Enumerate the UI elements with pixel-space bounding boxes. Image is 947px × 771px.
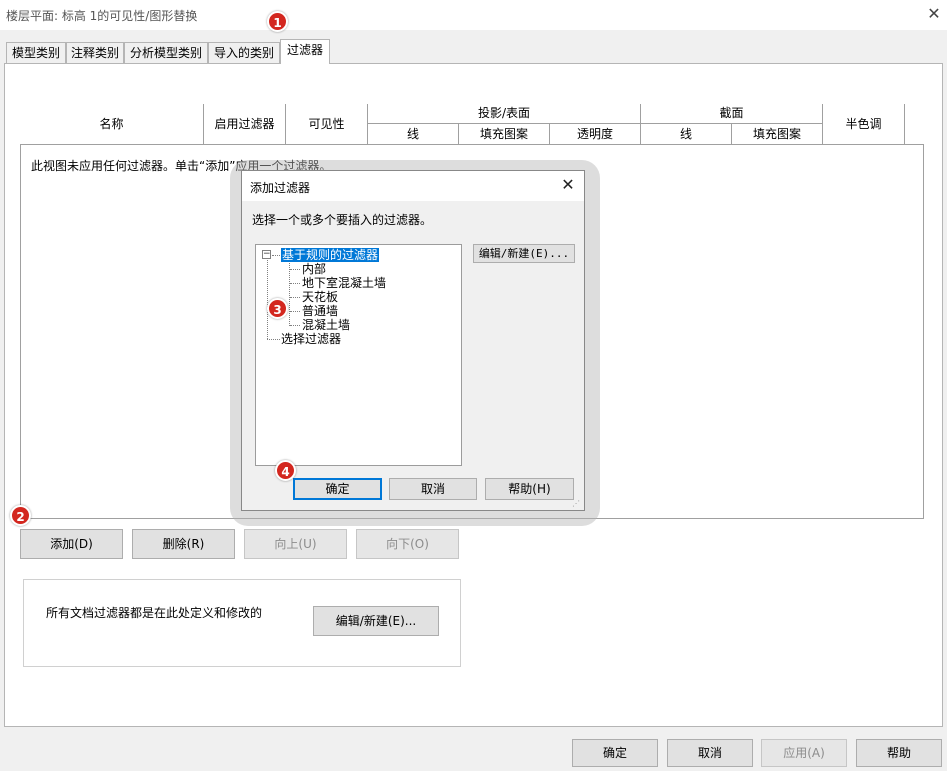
add-button[interactable]: 添加(D) (20, 529, 123, 559)
move-up-button[interactable]: 向上(U) (244, 529, 347, 559)
dialog-help-button[interactable]: 帮助(H) (485, 478, 574, 500)
tree-item-concrete-wall[interactable]: 混凝土墙 (302, 318, 350, 332)
tree-line (290, 311, 300, 312)
tab-annotation-categories[interactable]: 注释类别 (66, 42, 124, 63)
tree-line (290, 325, 300, 326)
col-enable-filter[interactable]: 启用过滤器 (204, 104, 286, 145)
tab-analytical-model-categories[interactable]: 分析模型类别 (124, 42, 208, 63)
edit-new-button[interactable]: 编辑/新建(E)... (313, 606, 439, 636)
tree-item-rule-based[interactable]: 基于规则的过滤器 (281, 248, 380, 262)
filter-tree[interactable]: − 基于规则的过滤器 内部 地下室混凝土墙 天花板 普通墙 混凝土墙 选择过滤器 (255, 244, 462, 466)
tree-item-interior[interactable]: 内部 (302, 262, 326, 276)
window-title: 楼层平面: 标高 1的可见性/图形替换 (6, 9, 198, 23)
dialog-title-bar: 添加过滤器 ✕ (242, 171, 584, 201)
tree-line (267, 339, 280, 340)
tree-item-basement-concrete-wall[interactable]: 地下室混凝土墙 (302, 276, 386, 290)
collapse-icon[interactable]: − (262, 250, 271, 259)
document-filters-text: 所有文档过滤器都是在此处定义和修改的 (46, 606, 263, 620)
delete-button[interactable]: 删除(R) (132, 529, 235, 559)
dialog-instruction: 选择一个或多个要插入的过滤器。 (252, 213, 433, 227)
tab-model-categories[interactable]: 模型类别 (6, 42, 66, 63)
title-bar: 楼层平面: 标高 1的可见性/图形替换 ✕ (0, 0, 947, 30)
move-down-button[interactable]: 向下(O) (356, 529, 459, 559)
tree-item-generic-wall[interactable]: 普通墙 (302, 304, 338, 318)
tree-line (272, 255, 280, 256)
help-button[interactable]: 帮助 (856, 739, 942, 767)
dialog-cancel-button[interactable]: 取消 (389, 478, 477, 500)
col-halftone[interactable]: 半色调 (823, 104, 905, 145)
tab-imported-categories[interactable]: 导入的类别 (208, 42, 280, 63)
tree-item-selection-filters[interactable]: 选择过滤器 (281, 332, 341, 346)
dialog-close-icon[interactable]: ✕ (558, 175, 578, 195)
tree-line (267, 260, 268, 339)
badge-2: 2 (10, 505, 31, 526)
close-icon[interactable]: ✕ (924, 4, 944, 24)
tree-line (290, 283, 300, 284)
col-projection-surface[interactable]: 投影/表面 (368, 104, 641, 124)
col-visibility[interactable]: 可见性 (286, 104, 368, 145)
col-name[interactable]: 名称 (20, 104, 204, 145)
add-filter-dialog: 添加过滤器 ✕ 选择一个或多个要插入的过滤器。 − 基于规则的过滤器 内部 地下… (241, 170, 585, 511)
col-section[interactable]: 截面 (641, 104, 823, 124)
badge-3: 3 (267, 298, 288, 319)
col-proj-transparency[interactable]: 透明度 (550, 124, 641, 145)
tree-line (289, 263, 290, 326)
tree-line (290, 297, 300, 298)
col-section-lines[interactable]: 线 (641, 124, 732, 145)
col-extra (905, 104, 924, 145)
col-proj-lines[interactable]: 线 (368, 124, 459, 145)
document-filters-group: 所有文档过滤器都是在此处定义和修改的 编辑/新建(E)... (23, 579, 461, 667)
tree-line (290, 269, 300, 270)
dialog-title: 添加过滤器 (250, 181, 311, 195)
tab-filters[interactable]: 过滤器 (280, 39, 330, 64)
ok-button[interactable]: 确定 (572, 739, 658, 767)
col-proj-fill-pattern[interactable]: 填充图案 (459, 124, 550, 145)
badge-1: 1 (267, 11, 288, 32)
apply-button[interactable]: 应用(A) (761, 739, 847, 767)
col-section-fill-pattern[interactable]: 填充图案 (732, 124, 823, 145)
badge-4: 4 (275, 460, 296, 481)
resize-grip-icon[interactable]: ⋰ (572, 499, 582, 509)
dialog-ok-button[interactable]: 确定 (293, 478, 382, 500)
dialog-edit-new-button[interactable]: 编辑/新建(E)... (473, 244, 575, 263)
cancel-button[interactable]: 取消 (667, 739, 753, 767)
tree-item-ceiling[interactable]: 天花板 (302, 290, 338, 304)
